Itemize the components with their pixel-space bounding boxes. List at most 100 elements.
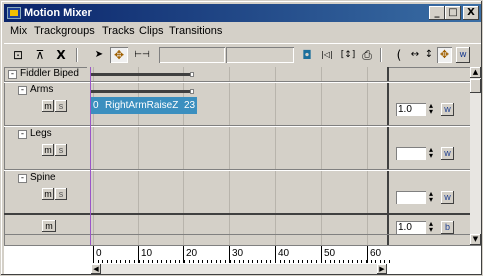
time-slider-playhead[interactable] [90,67,91,245]
legs-weight-field[interactable] [396,147,426,160]
spine-weight-curve-button[interactable]: w [441,191,454,204]
maximize-button[interactable]: □ [445,6,461,20]
ruler-minor-tick [384,260,386,263]
ruler-minor-tick [211,260,213,263]
legs-weight-spinner[interactable]: ▴ ▾ [427,146,435,160]
menu-tracks[interactable]: Tracks [102,25,135,37]
ruler-minor-tick [220,260,222,263]
grid-line [275,67,276,245]
menu-transitions[interactable]: Transitions [169,25,222,37]
ruler-minor-tick [279,260,281,263]
ruler-minor-tick [138,260,140,263]
set-range-icon[interactable]: ⊡ [10,47,26,63]
legs-solo-button[interactable]: s [55,144,67,156]
grid-line [138,67,139,245]
row-divider [4,234,470,235]
ruler-minor-tick [106,260,108,263]
biped-collapse-toggle[interactable]: - [8,70,17,79]
ruler-minor-tick [293,260,295,263]
fit-icon[interactable]: [↕] [338,47,358,63]
vertical-zoom-icon[interactable]: ↕ [424,47,434,63]
balance-weight-field[interactable]: 1.0 [396,221,426,234]
select-arrow-icon[interactable]: ➤ [92,47,106,63]
timeline-area[interactable] [87,67,387,245]
spine-weight-field[interactable] [396,191,426,204]
ruler-minor-tick [352,260,354,263]
row-divider-highlight [4,170,470,171]
arms-range-end[interactable] [190,89,194,94]
arc-icon[interactable]: ( [394,47,404,63]
legs-label: Legs [30,128,52,139]
arms-label: Arms [30,84,54,95]
grid-line [367,67,368,245]
scroll-right-icon[interactable]: ▶ [377,264,387,274]
balance-weight-spinner[interactable]: ▴ ▾ [427,220,435,234]
weight-icon[interactable]: w [456,47,470,63]
vertical-scroll-thumb[interactable] [470,79,481,93]
toolbar-field-2[interactable] [226,47,294,63]
ruler-minor-tick [347,260,349,263]
ruler-minor-tick [370,260,372,263]
menu-mix[interactable]: Mix [10,25,27,37]
ruler-minor-tick [320,260,322,263]
menu-trackgroups[interactable]: Trackgroups [34,25,95,37]
ruler-minor-tick [152,260,154,263]
minimize-button[interactable]: _ [429,6,445,20]
ruler-minor-tick [261,260,263,263]
grid-line [321,67,322,245]
legs-weight-curve-button[interactable]: w [441,147,454,160]
ruler-minor-tick [174,260,176,263]
ruler-minor-tick [306,260,308,263]
clip-rightarmraise[interactable]: 0 RightArmRaiseZ 23 [91,97,197,114]
legs-collapse-toggle[interactable]: - [18,130,27,139]
print-icon[interactable]: ⎙ [360,47,374,63]
toolbar-field-1[interactable] [159,47,225,63]
menu-bar: Mix Trackgroups Tracks Clips Transitions [4,23,481,41]
ruler-minor-tick [334,260,336,263]
balance-mute-button[interactable]: m [42,220,56,232]
arms-solo-button[interactable]: s [55,100,67,112]
move-icon[interactable]: ✥ [110,47,128,63]
add-clip-icon[interactable]: ◘ [300,47,314,63]
spine-solo-button[interactable]: s [55,188,67,200]
balance-button[interactable]: b [441,221,454,234]
arms-mute-button[interactable]: m [42,100,54,112]
spine-collapse-toggle[interactable]: - [18,174,27,183]
ruler-minor-tick [252,260,254,263]
clip-name: RightArmRaiseZ [105,100,179,111]
pan-icon[interactable]: ✥ [437,47,452,63]
ruler-minor-tick [275,260,276,263]
delete-icon[interactable]: X [54,47,68,63]
row-divider-highlight [4,82,470,83]
scroll-left-icon[interactable]: ◀ [91,264,101,274]
ruler-minor-tick [124,260,126,263]
vertical-scrollbar[interactable]: ▲ ▼ [470,67,481,245]
close-button[interactable]: X [463,6,479,20]
arms-weight-field[interactable]: 1.0 [396,103,426,116]
spine-weight-spinner[interactable]: ▴ ▾ [427,190,435,204]
horizontal-zoom-icon[interactable]: ↔ [408,47,422,63]
ruler-minor-tick [343,260,345,263]
ruler-minor-tick [170,260,172,263]
arms-collapse-toggle[interactable]: - [18,86,27,95]
frame-ruler[interactable]: 0 10 20 30 40 50 60 [91,246,390,264]
scroll-down-icon[interactable]: ▼ [470,234,481,245]
arms-weight-spinner[interactable]: ▴ ▾ [427,102,435,116]
horizontal-scrollbar[interactable]: ◀ ▶ [91,264,387,274]
ruler-minor-tick [147,260,149,263]
ruler-minor-tick [133,260,135,263]
scroll-up-icon[interactable]: ▲ [470,67,481,78]
menu-clips[interactable]: Clips [139,25,163,37]
ruler-minor-tick [234,260,236,263]
biped-range-end[interactable] [190,72,194,77]
insert-icon[interactable]: |◁| [318,47,336,63]
pin-icon[interactable]: ⊼ [32,47,48,63]
arms-weight-curve-button[interactable]: w [441,103,454,116]
ruler-minor-tick [129,260,131,263]
ruler-minor-tick [325,260,327,263]
ruler-minor-tick [111,260,113,263]
title-bar[interactable]: Motion Mixer _ □ X [4,4,481,22]
spine-mute-button[interactable]: m [42,188,54,200]
legs-mute-button[interactable]: m [42,144,54,156]
scale-horizontal-icon[interactable]: ⊢⊣ [132,47,152,63]
